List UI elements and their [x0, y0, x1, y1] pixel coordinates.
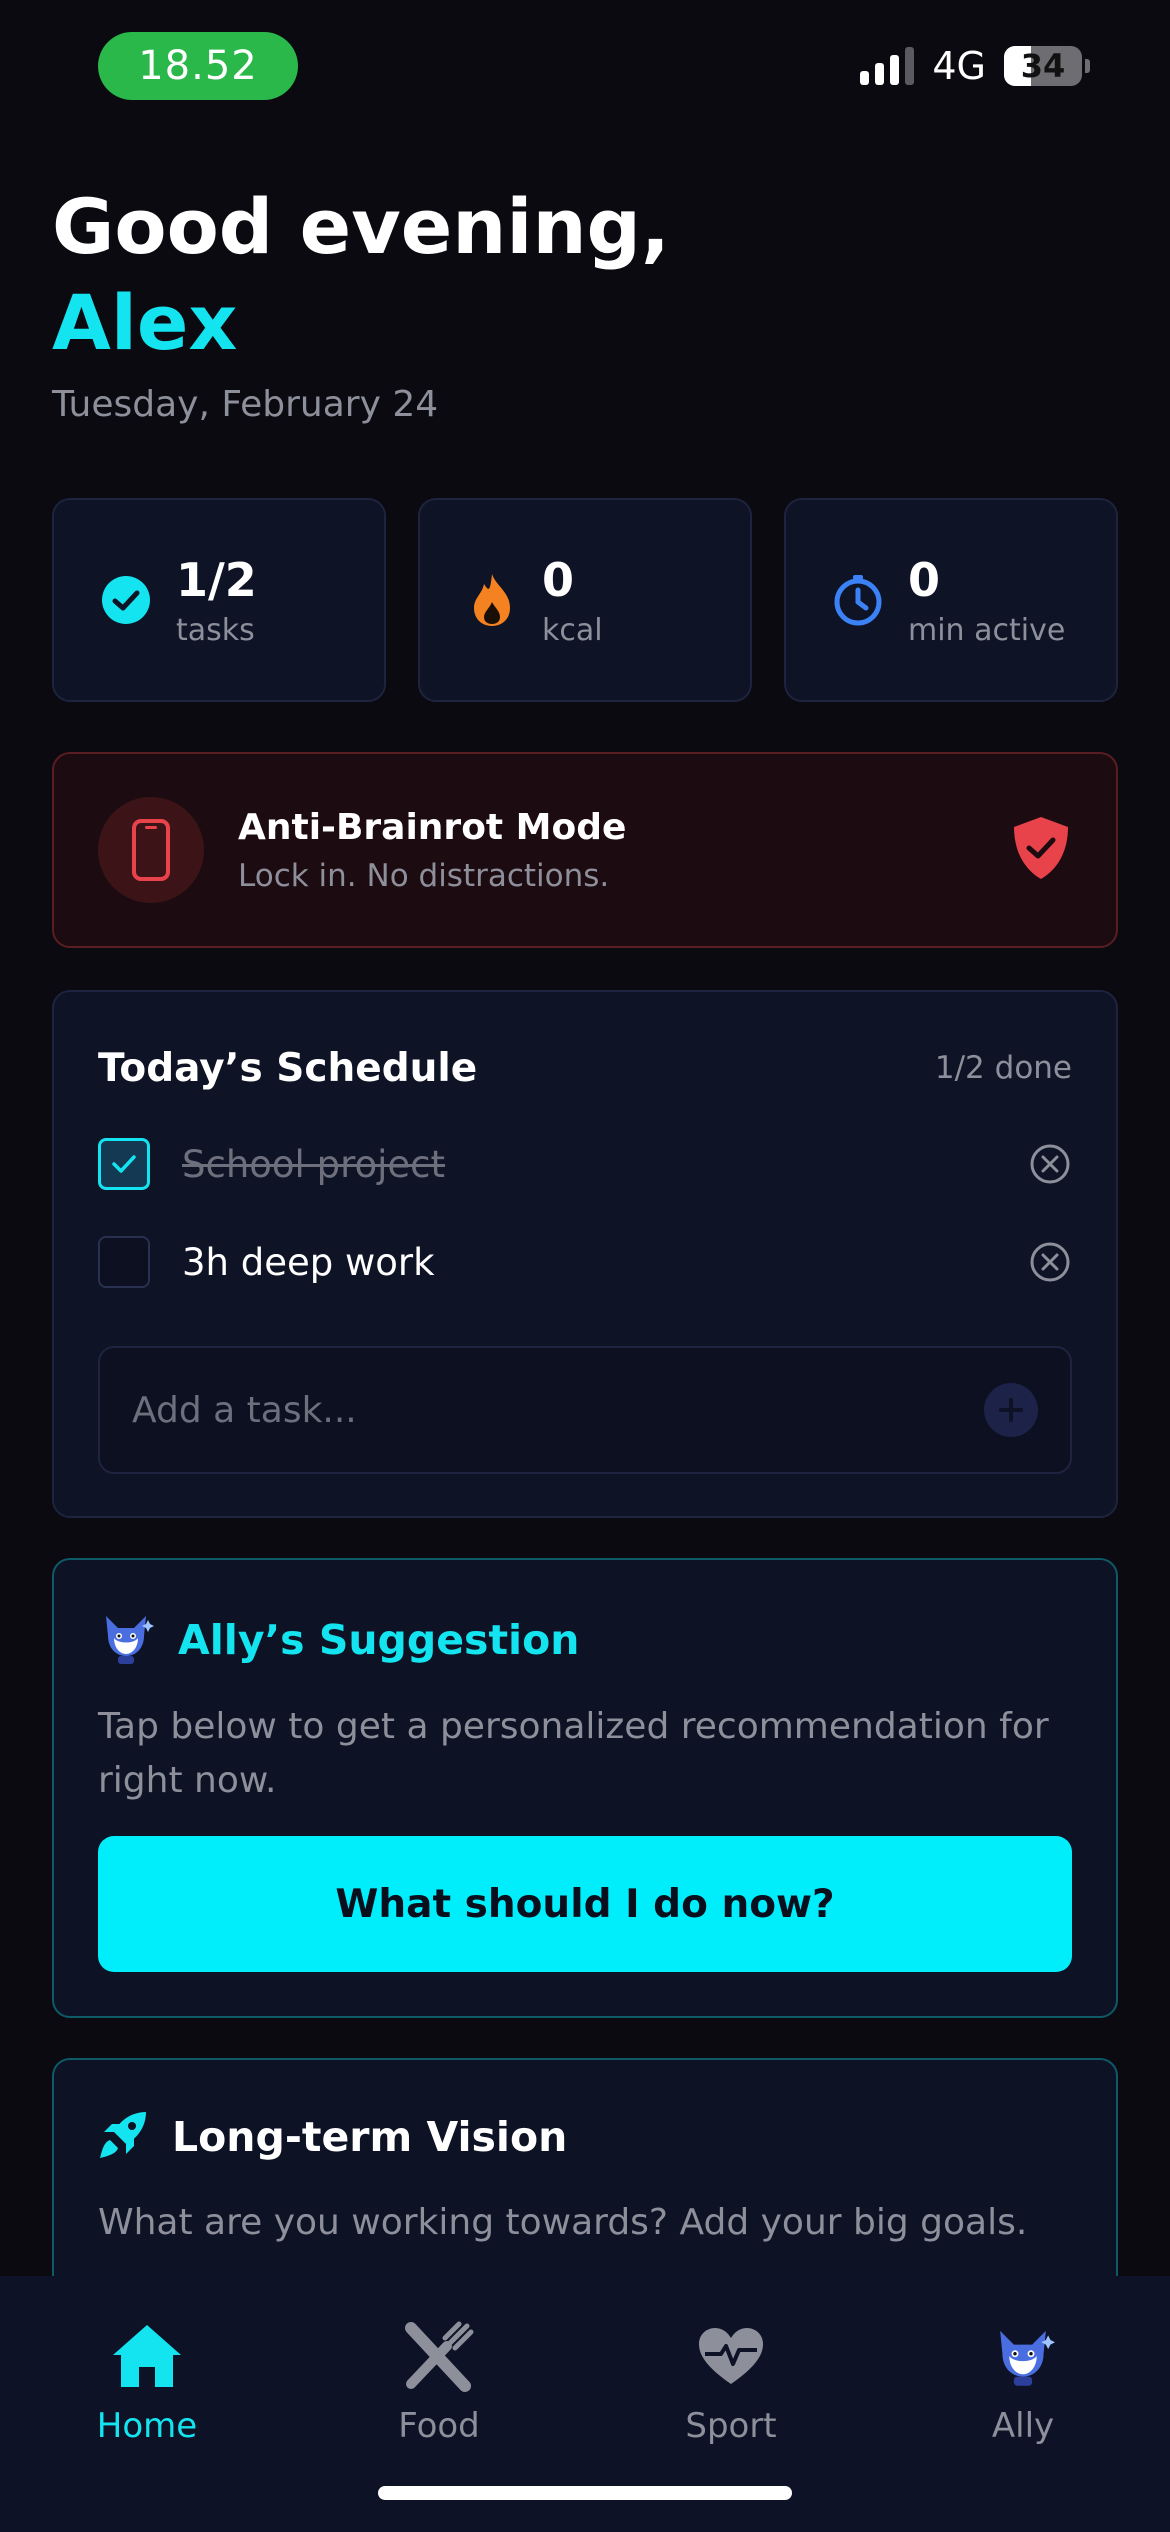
vision-description: What are you working towards? Add your b… [98, 2202, 1028, 2243]
fox-mascot-icon [98, 1610, 154, 1670]
ally-description: Tap below to get a personalized recommen… [98, 1706, 1049, 1801]
add-task-field [98, 1346, 1072, 1474]
stats-row: 1/2 tasks 0 kcal 0 min active [52, 498, 1118, 702]
rocket-icon [98, 2110, 148, 2164]
status-time: 18.52 [138, 43, 258, 89]
tab-label: Sport [685, 2406, 777, 2446]
schedule-progress: 1/2 done [934, 1050, 1072, 1086]
tab-ally[interactable]: Ally [918, 2316, 1128, 2532]
close-circle-icon [1030, 1242, 1070, 1282]
shield-check-icon[interactable] [1010, 815, 1072, 885]
task-checkbox[interactable] [98, 1236, 150, 1288]
task-label: School project [182, 1142, 446, 1186]
check-icon [112, 1155, 136, 1173]
status-time-pill: 18.52 [98, 32, 298, 100]
ally-header: Ally’s Suggestion [98, 1610, 579, 1670]
stat-card-tasks[interactable]: 1/2 tasks [52, 498, 386, 702]
stat-card-kcal[interactable]: 0 kcal [418, 498, 752, 702]
utensils-icon [399, 2316, 479, 2396]
task-checkbox[interactable] [98, 1138, 150, 1190]
task-row: 3h deep work [98, 1232, 1072, 1292]
timer-icon [832, 574, 884, 626]
check-circle-icon [100, 574, 152, 626]
stat-value: 0 [908, 552, 941, 607]
tab-label: Ally [991, 2406, 1055, 2446]
remove-task-button[interactable] [1028, 1240, 1072, 1284]
task-label: 3h deep work [182, 1240, 435, 1284]
phone-icon [98, 797, 204, 903]
anti-brainrot-card[interactable]: Anti-Brainrot Mode Lock in. No distracti… [52, 752, 1118, 948]
home-screen: 18.52 4G 34 Good evening, Alex Tuesday, … [0, 0, 1170, 2532]
add-task-input[interactable] [132, 1389, 984, 1431]
stat-label: min active [908, 612, 1066, 648]
remove-task-button[interactable] [1028, 1142, 1072, 1186]
battery-tip [1085, 59, 1090, 73]
battery-level: 34 [1020, 47, 1066, 85]
stat-card-active[interactable]: 0 min active [784, 498, 1118, 702]
signal-icon [860, 47, 915, 85]
stat-text: 0 kcal [542, 553, 603, 648]
stat-text: 1/2 tasks [176, 553, 257, 648]
user-name: Alex [52, 278, 238, 367]
add-task-button[interactable] [984, 1383, 1038, 1437]
heart-pulse-icon [691, 2316, 771, 2396]
task-row: School project [98, 1134, 1072, 1194]
current-date: Tuesday, February 24 [52, 384, 439, 425]
tab-label: Home [96, 2406, 198, 2446]
home-icon [107, 2316, 187, 2396]
tab-home[interactable]: Home [42, 2316, 252, 2532]
what-should-i-do-button[interactable]: What should I do now? [98, 1836, 1072, 1972]
vision-title: Long-term Vision [172, 2113, 568, 2161]
stat-value: 0 [542, 552, 575, 607]
anti-brainrot-subtitle: Lock in. No distractions. [238, 857, 610, 894]
home-indicator[interactable] [378, 2486, 792, 2500]
tab-label: Food [398, 2406, 480, 2446]
anti-brainrot-title: Anti-Brainrot Mode [238, 806, 627, 848]
schedule-card: Today’s Schedule 1/2 done School project… [52, 990, 1118, 1518]
stat-text: 0 min active [908, 553, 1065, 648]
status-indicators: 4G 34 [860, 44, 1090, 88]
stat-value: 1/2 [176, 552, 257, 607]
network-type: 4G [932, 44, 986, 88]
stat-label: tasks [176, 612, 255, 648]
close-circle-icon [1030, 1144, 1070, 1184]
battery-icon: 34 [1004, 46, 1082, 86]
ally-suggestion-card: Ally’s Suggestion Tap below to get a per… [52, 1558, 1118, 2018]
vision-header: Long-term Vision [98, 2110, 567, 2164]
schedule-title: Today’s Schedule [98, 1046, 478, 1091]
ally-title: Ally’s Suggestion [178, 1616, 580, 1664]
anti-brainrot-text: Anti-Brainrot Mode Lock in. No distracti… [238, 807, 1010, 894]
stat-label: kcal [542, 612, 603, 648]
greeting-text: Good evening, [52, 182, 670, 271]
fox-mascot-icon [983, 2316, 1063, 2396]
plus-icon [999, 1398, 1023, 1422]
flame-icon [466, 574, 518, 626]
